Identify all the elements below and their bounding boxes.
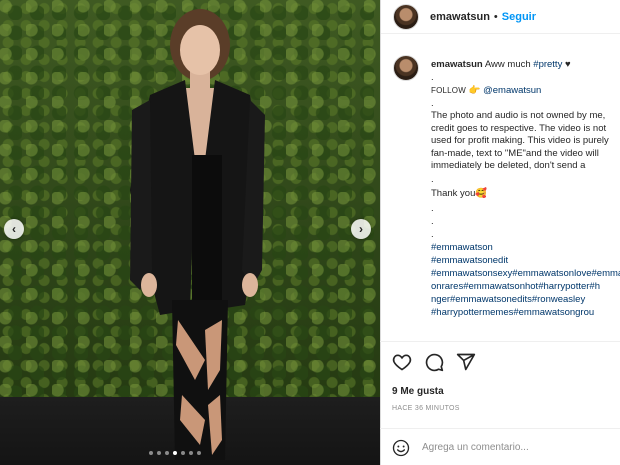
caption-dot: .	[431, 174, 434, 185]
caption-dot: .	[431, 216, 434, 227]
carousel-dot	[197, 451, 201, 455]
caption-username[interactable]: emawatsun	[431, 59, 483, 70]
mention-link[interactable]: @emawatsun	[483, 85, 541, 96]
action-bar	[380, 341, 620, 381]
carousel-dot	[149, 451, 153, 455]
heart-emoji: ♥	[564, 59, 571, 70]
chevron-left-icon[interactable]: ‹	[4, 219, 24, 239]
post-header: emawatsun • Seguir	[381, 0, 620, 34]
carousel-dot	[181, 451, 185, 455]
caption-dot: .	[431, 203, 434, 214]
carousel-dot	[165, 451, 169, 455]
heart-icon[interactable]	[392, 352, 412, 372]
caption-dot: .	[431, 98, 434, 109]
hashtag-link[interactable]: #emmawatsonsexy#emmawatsonlove#emmawatso	[431, 267, 620, 280]
carousel-dot	[173, 451, 177, 455]
post-media[interactable]: ‹ ›	[0, 0, 380, 465]
carousel-dot	[189, 451, 193, 455]
post-time: HACE 36 MINUTOS	[392, 405, 460, 412]
emoji-icon[interactable]	[392, 439, 410, 457]
comment-input[interactable]	[422, 438, 612, 456]
caption-dot: .	[431, 229, 434, 240]
hashtag-link[interactable]: #pretty	[533, 59, 562, 70]
share-icon[interactable]	[456, 352, 476, 372]
hashtag-link[interactable]: #emmawatson	[431, 241, 620, 254]
caption-text: Aww much	[484, 59, 531, 70]
hashtag-link[interactable]: #emmawatsonedit	[431, 254, 620, 267]
smiling-emoji: 🥰	[475, 188, 488, 199]
caption-avatar[interactable]	[393, 55, 419, 81]
chevron-right-icon[interactable]: ›	[351, 219, 371, 239]
likes-count[interactable]: 9 Me gusta	[392, 386, 444, 397]
caption-disclaimer: The photo and audio is not owned by me, …	[431, 110, 609, 173]
header-separator: •	[493, 10, 498, 23]
carousel-dot	[157, 451, 161, 455]
header-username[interactable]: emawatsun	[430, 11, 490, 23]
caption-thanks: Thank you	[431, 188, 476, 199]
caption-dot: .	[431, 72, 434, 83]
comment-icon[interactable]	[424, 352, 444, 372]
comment-bar	[380, 428, 620, 465]
carousel-dots	[149, 451, 201, 455]
hashtag-link[interactable]: nger#emmawatsonedits#ronweasley	[431, 293, 620, 306]
hashtag-link[interactable]: onrares#emmawatsonhot#harrypotter#h	[431, 280, 620, 293]
follow-button[interactable]: Seguir	[502, 11, 536, 23]
pointing-emoji: 👉	[468, 85, 481, 96]
follow-word: FOLLOW	[431, 86, 466, 95]
post-photo-figure	[130, 9, 265, 460]
hashtag-link[interactable]: #harrypottermemes#emmawatsongrou	[431, 306, 620, 319]
avatar[interactable]	[393, 3, 419, 30]
